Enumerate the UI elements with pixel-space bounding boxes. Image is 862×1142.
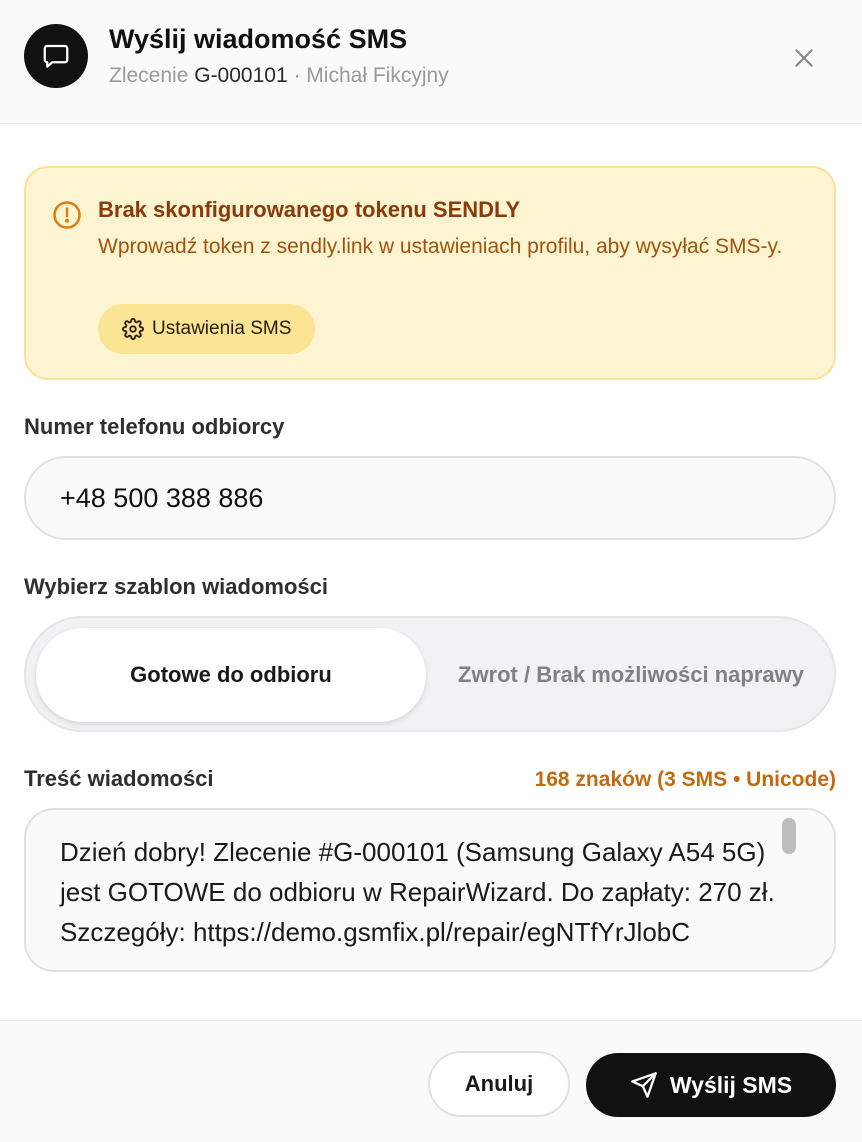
send-icon [631,1072,657,1098]
message-text[interactable]: Dzień dobry! Zlecenie #G-000101 (Samsung… [60,832,800,952]
dialog-title: Wyślij wiadomość SMS [109,24,408,54]
template-selector: Gotowe do odbioru Zwrot / Brak możliwośc… [24,616,836,732]
template-label: Wybierz szablon wiadomości [24,574,328,599]
token-warning-alert: Brak skonfigurowanego tokenu SENDLY Wpro… [24,166,836,380]
dialog-header: Wyślij wiadomość SMS Zlecenie G-000101 ·… [0,0,862,124]
customer-name: · Michał Fikcyjny [293,64,449,87]
message-square-icon [24,24,88,88]
order-id: G-000101 [194,64,288,87]
gear-icon [122,318,144,340]
phone-input[interactable] [24,456,836,540]
resize-handle-icon[interactable] [816,952,832,968]
alert-text: Wprowadź token z sendly.link w ustawieni… [98,235,783,258]
alert-circle-icon [53,201,81,229]
cancel-button[interactable]: Anuluj [428,1051,570,1117]
subtitle-prefix: Zlecenie [109,64,189,87]
sms-settings-label: Ustawienia SMS [152,318,292,339]
character-counter: 168 znaków (3 SMS • Unicode) [534,768,836,791]
send-sms-label: Wyślij SMS [669,1071,793,1098]
template-option-return[interactable]: Zwrot / Brak możliwości naprawy [436,628,826,722]
dialog-footer: Anuluj Wyślij SMS [0,1020,862,1142]
phone-label: Numer telefonu odbiorcy [24,414,285,439]
alert-title: Brak skonfigurowanego tokenu SENDLY [98,197,521,222]
message-label: Treść wiadomości [24,766,214,791]
dialog-subtitle: Zlecenie G-000101 · Michał Fikcyjny [109,64,449,88]
send-sms-button[interactable]: Wyślij SMS [586,1053,836,1117]
message-textarea[interactable]: Dzień dobry! Zlecenie #G-000101 (Samsung… [24,808,836,972]
sms-settings-button[interactable]: Ustawienia SMS [98,304,316,354]
close-button[interactable] [782,36,826,80]
template-option-ready[interactable]: Gotowe do odbioru [36,628,426,722]
scrollbar-thumb[interactable] [782,818,796,854]
close-icon [795,49,813,67]
